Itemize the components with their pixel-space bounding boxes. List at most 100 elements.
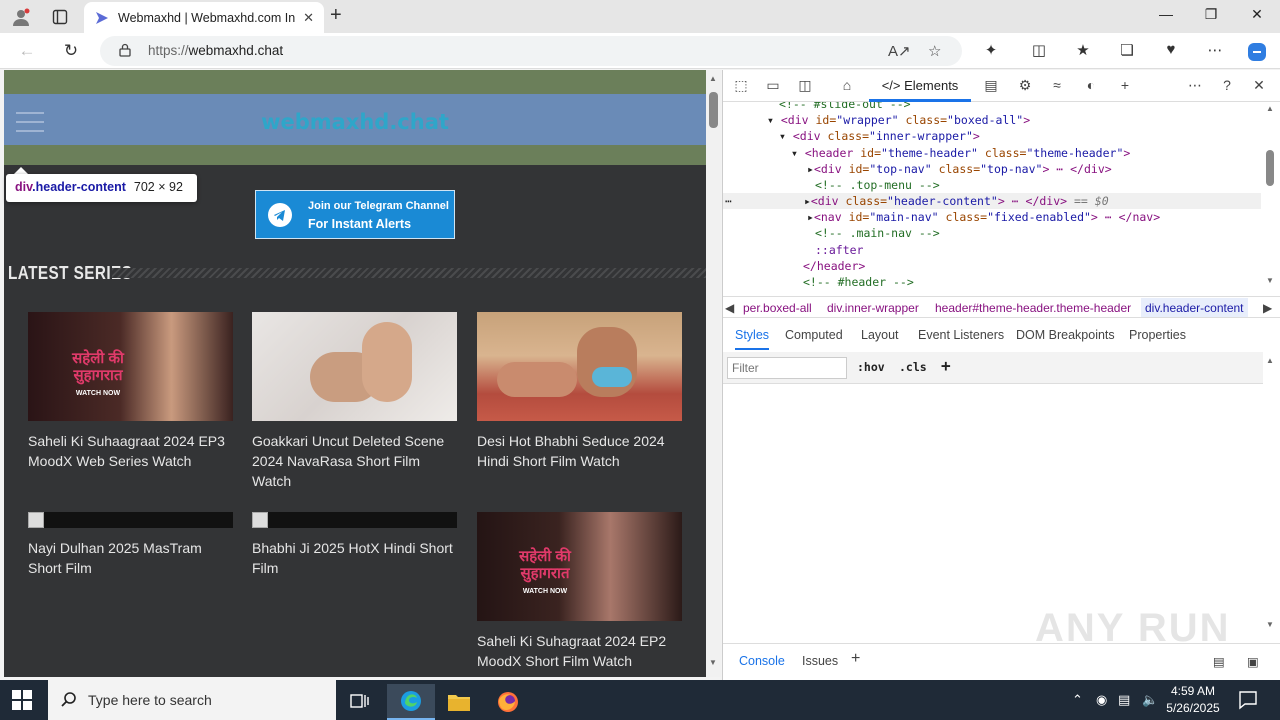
- device-emulation-icon[interactable]: ▭: [763, 77, 783, 95]
- dom-node[interactable]: <!-- #header -->: [803, 274, 914, 290]
- tab-issues[interactable]: Issues: [802, 654, 838, 668]
- favorites-icon[interactable]: ★: [1072, 41, 1094, 63]
- series-card[interactable]: Bhabhi Ji 2025 HotX Hindi Short Film: [252, 512, 457, 578]
- url-text[interactable]: https://webmaxhd.chat: [148, 43, 283, 58]
- series-card[interactable]: सहेली की सुहागरात WATCH NOW Saheli Ki Su…: [28, 312, 233, 471]
- page-scrollbar-thumb[interactable]: [709, 92, 718, 128]
- breadcrumb-item[interactable]: div.inner-wrapper: [827, 301, 919, 315]
- series-title[interactable]: Bhabhi Ji 2025 HotX Hindi Short Film: [252, 538, 457, 578]
- tray-overflow-icon[interactable]: ⌃: [1072, 692, 1083, 708]
- dom-node[interactable]: <!-- .main-nav -->: [815, 225, 940, 241]
- tab-elements[interactable]: </> Elements: [869, 70, 971, 102]
- site-logo[interactable]: webmaxhd.chat: [4, 110, 706, 134]
- inspect-element-icon[interactable]: ⬚: [731, 77, 751, 95]
- series-title[interactable]: Goakkari Uncut Deleted Scene 2024 NavaRa…: [252, 431, 457, 491]
- add-drawer-tab-icon[interactable]: +: [851, 650, 860, 668]
- split-screen-icon[interactable]: ◫: [1028, 41, 1050, 63]
- series-thumbnail[interactable]: [477, 312, 682, 421]
- performance-gauge-icon[interactable]: ◐: [1081, 77, 1101, 95]
- back-icon[interactable]: ←: [16, 40, 38, 62]
- network-wifi-icon[interactable]: ≈: [1047, 77, 1067, 95]
- dock-side-icon[interactable]: ◫: [795, 77, 815, 95]
- series-card[interactable]: सहेली की सुहागरात WATCH NOW Saheli Ki Su…: [477, 512, 682, 671]
- series-title[interactable]: Saheli Ki Suhagraat 2024 EP2 MoodX Short…: [477, 631, 682, 671]
- dom-node[interactable]: </header>: [803, 258, 865, 274]
- tab-styles[interactable]: Styles: [735, 328, 770, 350]
- firefox-icon[interactable]: [484, 684, 532, 720]
- task-view-icon[interactable]: [336, 684, 384, 720]
- dom-node-selected[interactable]: ⋯ ▸<div class="header-content"> ⋯ </div> …: [723, 193, 1261, 209]
- breadcrumb-item[interactable]: header#theme-header.theme-header: [935, 301, 1131, 315]
- dom-scrollbar-thumb[interactable]: [1266, 150, 1274, 186]
- new-tab-button[interactable]: +: [330, 4, 342, 27]
- favorite-star-icon[interactable]: ☆: [928, 42, 941, 60]
- scroll-up-icon[interactable]: ▲: [1266, 104, 1274, 113]
- series-card[interactable]: Desi Hot Bhabhi Seduce 2024 Hindi Short …: [477, 312, 682, 471]
- dom-node[interactable]: ▸<nav id="main-nav" class="fixed-enabled…: [807, 209, 1160, 225]
- scroll-up-icon[interactable]: ▲: [709, 74, 717, 83]
- series-card[interactable]: Nayi Dulhan 2025 MasTram Short Film: [28, 512, 233, 578]
- series-thumbnail[interactable]: [252, 312, 457, 421]
- page-scrollbar[interactable]: ▲ ▼: [706, 70, 721, 677]
- dom-node[interactable]: ▾ <div id="wrapper" class="boxed-all">: [767, 112, 1030, 128]
- devtools-more-icon[interactable]: ⋯: [1185, 77, 1205, 95]
- styles-scrollbar[interactable]: ▲ ▼: [1263, 352, 1279, 632]
- extensions-icon[interactable]: ✦: [980, 41, 1002, 63]
- hov-toggle[interactable]: :hov: [857, 360, 885, 374]
- taskbar-clock[interactable]: 4:59 AM 5/26/2025: [1160, 683, 1226, 717]
- browser-tab-active[interactable]: Webmaxhd | Webmaxhd.com In ✕: [84, 2, 324, 33]
- breadcrumb-item[interactable]: per.boxed-all: [743, 301, 812, 315]
- notifications-icon[interactable]: [1238, 690, 1258, 710]
- tab-event-listeners[interactable]: Event Listeners: [918, 328, 1004, 342]
- close-drawer-icon[interactable]: ▣: [1247, 654, 1259, 669]
- close-devtools-icon[interactable]: ✕: [1249, 77, 1269, 95]
- cls-toggle[interactable]: .cls: [899, 360, 927, 374]
- styles-filter-input[interactable]: [727, 357, 847, 379]
- file-explorer-icon[interactable]: [435, 684, 483, 720]
- more-tools-add-icon[interactable]: +: [1115, 77, 1135, 95]
- copilot-icon[interactable]: [1246, 41, 1268, 63]
- scroll-down-icon[interactable]: ▼: [1266, 620, 1274, 629]
- meet-now-icon[interactable]: ◉: [1096, 692, 1107, 708]
- read-aloud-icon[interactable]: A↗: [888, 42, 911, 60]
- close-window-icon[interactable]: ✕: [1242, 6, 1272, 23]
- series-thumbnail-broken[interactable]: [252, 512, 457, 528]
- series-thumbnail[interactable]: सहेली की सुहागरात WATCH NOW: [28, 312, 233, 421]
- tab-layout[interactable]: Layout: [861, 328, 899, 342]
- tab-actions-icon[interactable]: [49, 6, 71, 28]
- taskbar-search[interactable]: Type here to search: [48, 680, 336, 720]
- breadcrumb-right-icon[interactable]: ▶: [1263, 301, 1272, 315]
- tab-dom-breakpoints[interactable]: DOM Breakpoints: [1016, 328, 1115, 342]
- series-thumbnail-broken[interactable]: [28, 512, 233, 528]
- series-thumbnail[interactable]: सहेली की सुहागरात WATCH NOW: [477, 512, 682, 621]
- breadcrumb-left-icon[interactable]: ◀: [725, 301, 734, 315]
- refresh-icon[interactable]: ↻: [60, 40, 82, 62]
- windows-start-icon[interactable]: [12, 690, 32, 710]
- tab-close-icon[interactable]: ✕: [303, 10, 314, 26]
- series-title[interactable]: Nayi Dulhan 2025 MasTram Short Film: [28, 538, 233, 578]
- profile-icon[interactable]: [10, 6, 32, 28]
- breadcrumb-item-selected[interactable]: div.header-content: [1141, 298, 1248, 317]
- collections-icon[interactable]: ❏: [1116, 41, 1138, 63]
- series-card[interactable]: Goakkari Uncut Deleted Scene 2024 NavaRa…: [252, 312, 457, 491]
- performance-icon[interactable]: ♥: [1160, 41, 1182, 63]
- dom-node[interactable]: ::after: [815, 242, 863, 258]
- more-menu-icon[interactable]: ⋯: [1204, 41, 1226, 63]
- dom-node[interactable]: ▾ <div class="inner-wrapper">: [779, 128, 980, 144]
- dom-node[interactable]: <!-- #slide-out -->: [779, 102, 911, 112]
- dom-node[interactable]: ▸<div id="top-nav" class="top-nav"> ⋯ </…: [807, 161, 1112, 177]
- scroll-down-icon[interactable]: ▼: [1266, 276, 1274, 285]
- console-errors-icon[interactable]: ▤: [981, 77, 1001, 95]
- series-title[interactable]: Desi Hot Bhabhi Seduce 2024 Hindi Short …: [477, 431, 682, 471]
- address-bar[interactable]: https://webmaxhd.chat A↗ ☆: [100, 36, 962, 66]
- scroll-up-icon[interactable]: ▲: [1266, 356, 1274, 365]
- dom-node[interactable]: <!-- .top-menu -->: [815, 177, 940, 193]
- new-style-rule-icon[interactable]: +: [941, 356, 951, 375]
- minimize-icon[interactable]: —: [1151, 6, 1181, 22]
- series-title[interactable]: Saheli Ki Suhaagraat 2024 EP3 MoodX Web …: [28, 431, 233, 471]
- lock-icon[interactable]: [118, 43, 132, 57]
- edge-taskbar-icon[interactable]: [387, 684, 435, 720]
- tab-computed[interactable]: Computed: [785, 328, 843, 342]
- restore-icon[interactable]: ❐: [1196, 6, 1226, 23]
- dom-node[interactable]: ▾ <header id="theme-header" class="theme…: [791, 145, 1130, 161]
